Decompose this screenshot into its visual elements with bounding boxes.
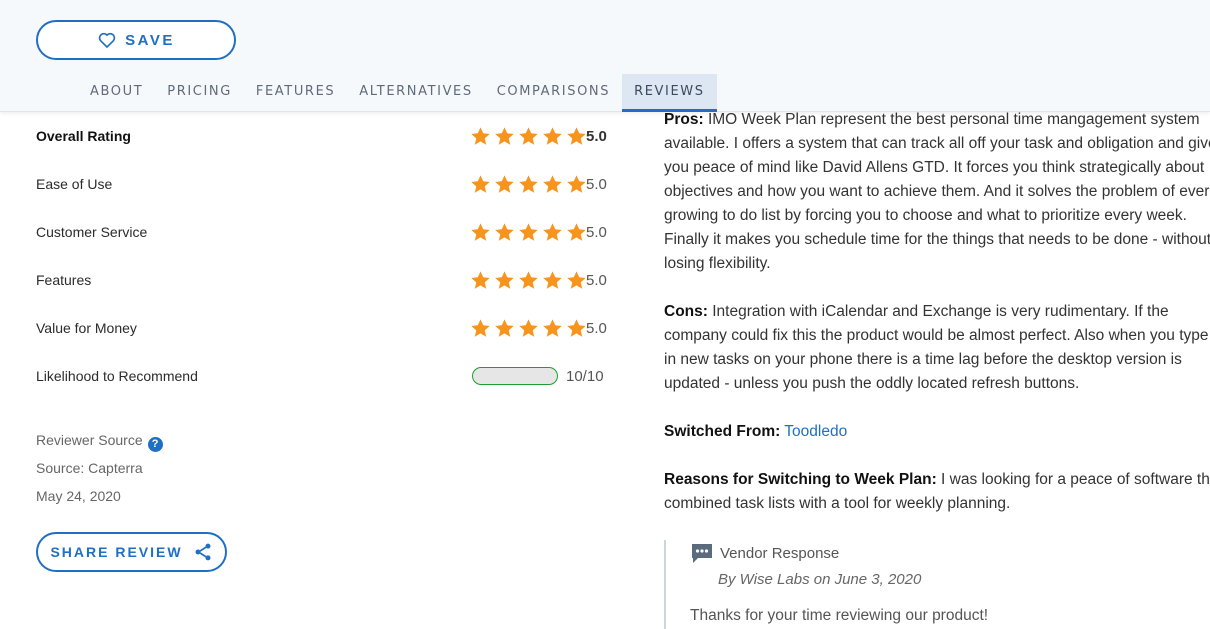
rating-score: 5.0 xyxy=(586,127,607,145)
star-icon xyxy=(495,222,514,241)
star-icon xyxy=(567,126,586,145)
tab-bar: ABOUT PRICING FEATURES ALTERNATIVES COMP… xyxy=(78,74,717,112)
rating-label: Overall Rating xyxy=(36,128,131,144)
switched-from-link[interactable]: Toodledo xyxy=(784,423,847,440)
star-icon xyxy=(567,174,586,193)
tab-about[interactable]: ABOUT xyxy=(78,74,155,112)
pros-text: IMO Week Plan represent the best persona… xyxy=(664,111,1210,272)
star-icon xyxy=(471,318,490,337)
reviewer-source-label: Reviewer Source xyxy=(36,432,143,448)
share-review-button[interactable]: SHARE REVIEW xyxy=(36,532,227,572)
star-icon xyxy=(471,126,490,145)
save-button[interactable]: SAVE xyxy=(36,20,236,60)
share-review-label: SHARE REVIEW xyxy=(50,544,183,560)
reviewer-source: Reviewer Source? xyxy=(36,432,163,452)
reasons-label: Reasons for Switching to Week Plan: xyxy=(664,471,937,488)
tab-reviews[interactable]: REVIEWS xyxy=(622,74,717,112)
review-date: May 24, 2020 xyxy=(36,488,121,504)
rating-score: 5.0 xyxy=(586,175,607,193)
star-icon xyxy=(543,318,562,337)
star-icon xyxy=(543,222,562,241)
star-icon xyxy=(495,270,514,289)
comment-icon xyxy=(692,544,712,563)
review-cons: Cons: Integration with iCalendar and Exc… xyxy=(664,300,1210,396)
cons-text: Integration with iCalendar and Exchange … xyxy=(664,303,1209,392)
help-icon[interactable]: ? xyxy=(147,437,163,452)
rating-row-features: Features 5.0 xyxy=(36,265,616,295)
star-icon xyxy=(519,174,538,193)
rating-row-overall: Overall Rating 5.0 xyxy=(36,121,616,151)
review-source: Source: Capterra xyxy=(36,460,143,476)
vendor-response-title: Vendor Response xyxy=(690,542,839,564)
rating-row-customer-service: Customer Service 5.0 xyxy=(36,217,616,247)
rating-label: Likelihood to Recommend xyxy=(36,368,198,384)
tab-features[interactable]: FEATURES xyxy=(244,74,347,112)
rating-label: Customer Service xyxy=(36,224,148,240)
pros-label: Pros: xyxy=(664,111,704,128)
rating-label: Value for Money xyxy=(36,320,137,336)
rating-label: Ease of Use xyxy=(36,176,113,192)
tab-comparisons[interactable]: COMPARISONS xyxy=(485,74,622,112)
star-icon xyxy=(567,222,586,241)
heart-icon xyxy=(98,32,116,48)
rating-score: 5.0 xyxy=(586,223,607,241)
vendor-response-text: Thanks for your time reviewing our produ… xyxy=(690,607,989,624)
recommend-progress-bar xyxy=(472,367,558,385)
review-reasons: Reasons for Switching to Week Plan: I wa… xyxy=(664,468,1210,516)
star-rating xyxy=(470,318,587,339)
star-icon xyxy=(471,174,490,193)
rating-row-ease-of-use: Ease of Use 5.0 xyxy=(36,169,616,199)
rating-row-value-for-money: Value for Money 5.0 xyxy=(36,313,616,343)
star-icon xyxy=(543,174,562,193)
star-icon xyxy=(519,222,538,241)
recommend-score: 10/10 xyxy=(566,367,604,385)
rating-label: Features xyxy=(36,272,92,288)
star-rating xyxy=(470,270,587,291)
star-icon xyxy=(495,126,514,145)
vendor-response-byline: By Wise Labs on June 3, 2020 xyxy=(718,571,922,588)
star-rating xyxy=(470,126,587,147)
star-icon xyxy=(567,270,586,289)
star-rating xyxy=(470,222,587,243)
star-icon xyxy=(495,174,514,193)
tab-pricing[interactable]: PRICING xyxy=(155,74,244,112)
rating-score: 5.0 xyxy=(586,271,607,289)
tab-alternatives[interactable]: ALTERNATIVES xyxy=(347,74,484,112)
star-icon xyxy=(567,318,586,337)
star-icon xyxy=(519,126,538,145)
star-icon xyxy=(519,318,538,337)
review-pros: Pros: IMO Week Plan represent the best p… xyxy=(664,108,1210,276)
save-label: SAVE xyxy=(125,31,175,49)
star-icon xyxy=(519,270,538,289)
star-icon xyxy=(471,222,490,241)
rating-row-recommend: Likelihood to Recommend 10/10 xyxy=(36,361,616,391)
star-icon xyxy=(543,270,562,289)
top-bar: SAVE ABOUT PRICING FEATURES ALTERNATIVES… xyxy=(0,0,1210,112)
vendor-response: Vendor Response By Wise Labs on June 3, … xyxy=(664,540,1210,629)
star-icon xyxy=(495,318,514,337)
star-icon xyxy=(543,126,562,145)
switched-from-label: Switched From: xyxy=(664,423,781,440)
star-icon xyxy=(471,270,490,289)
vendor-title-label: Vendor Response xyxy=(720,544,840,562)
share-icon xyxy=(195,543,211,561)
star-rating xyxy=(470,174,587,195)
rating-score: 5.0 xyxy=(586,319,607,337)
review-switched-from: Switched From: Toodledo xyxy=(664,420,1210,444)
cons-label: Cons: xyxy=(664,303,708,320)
